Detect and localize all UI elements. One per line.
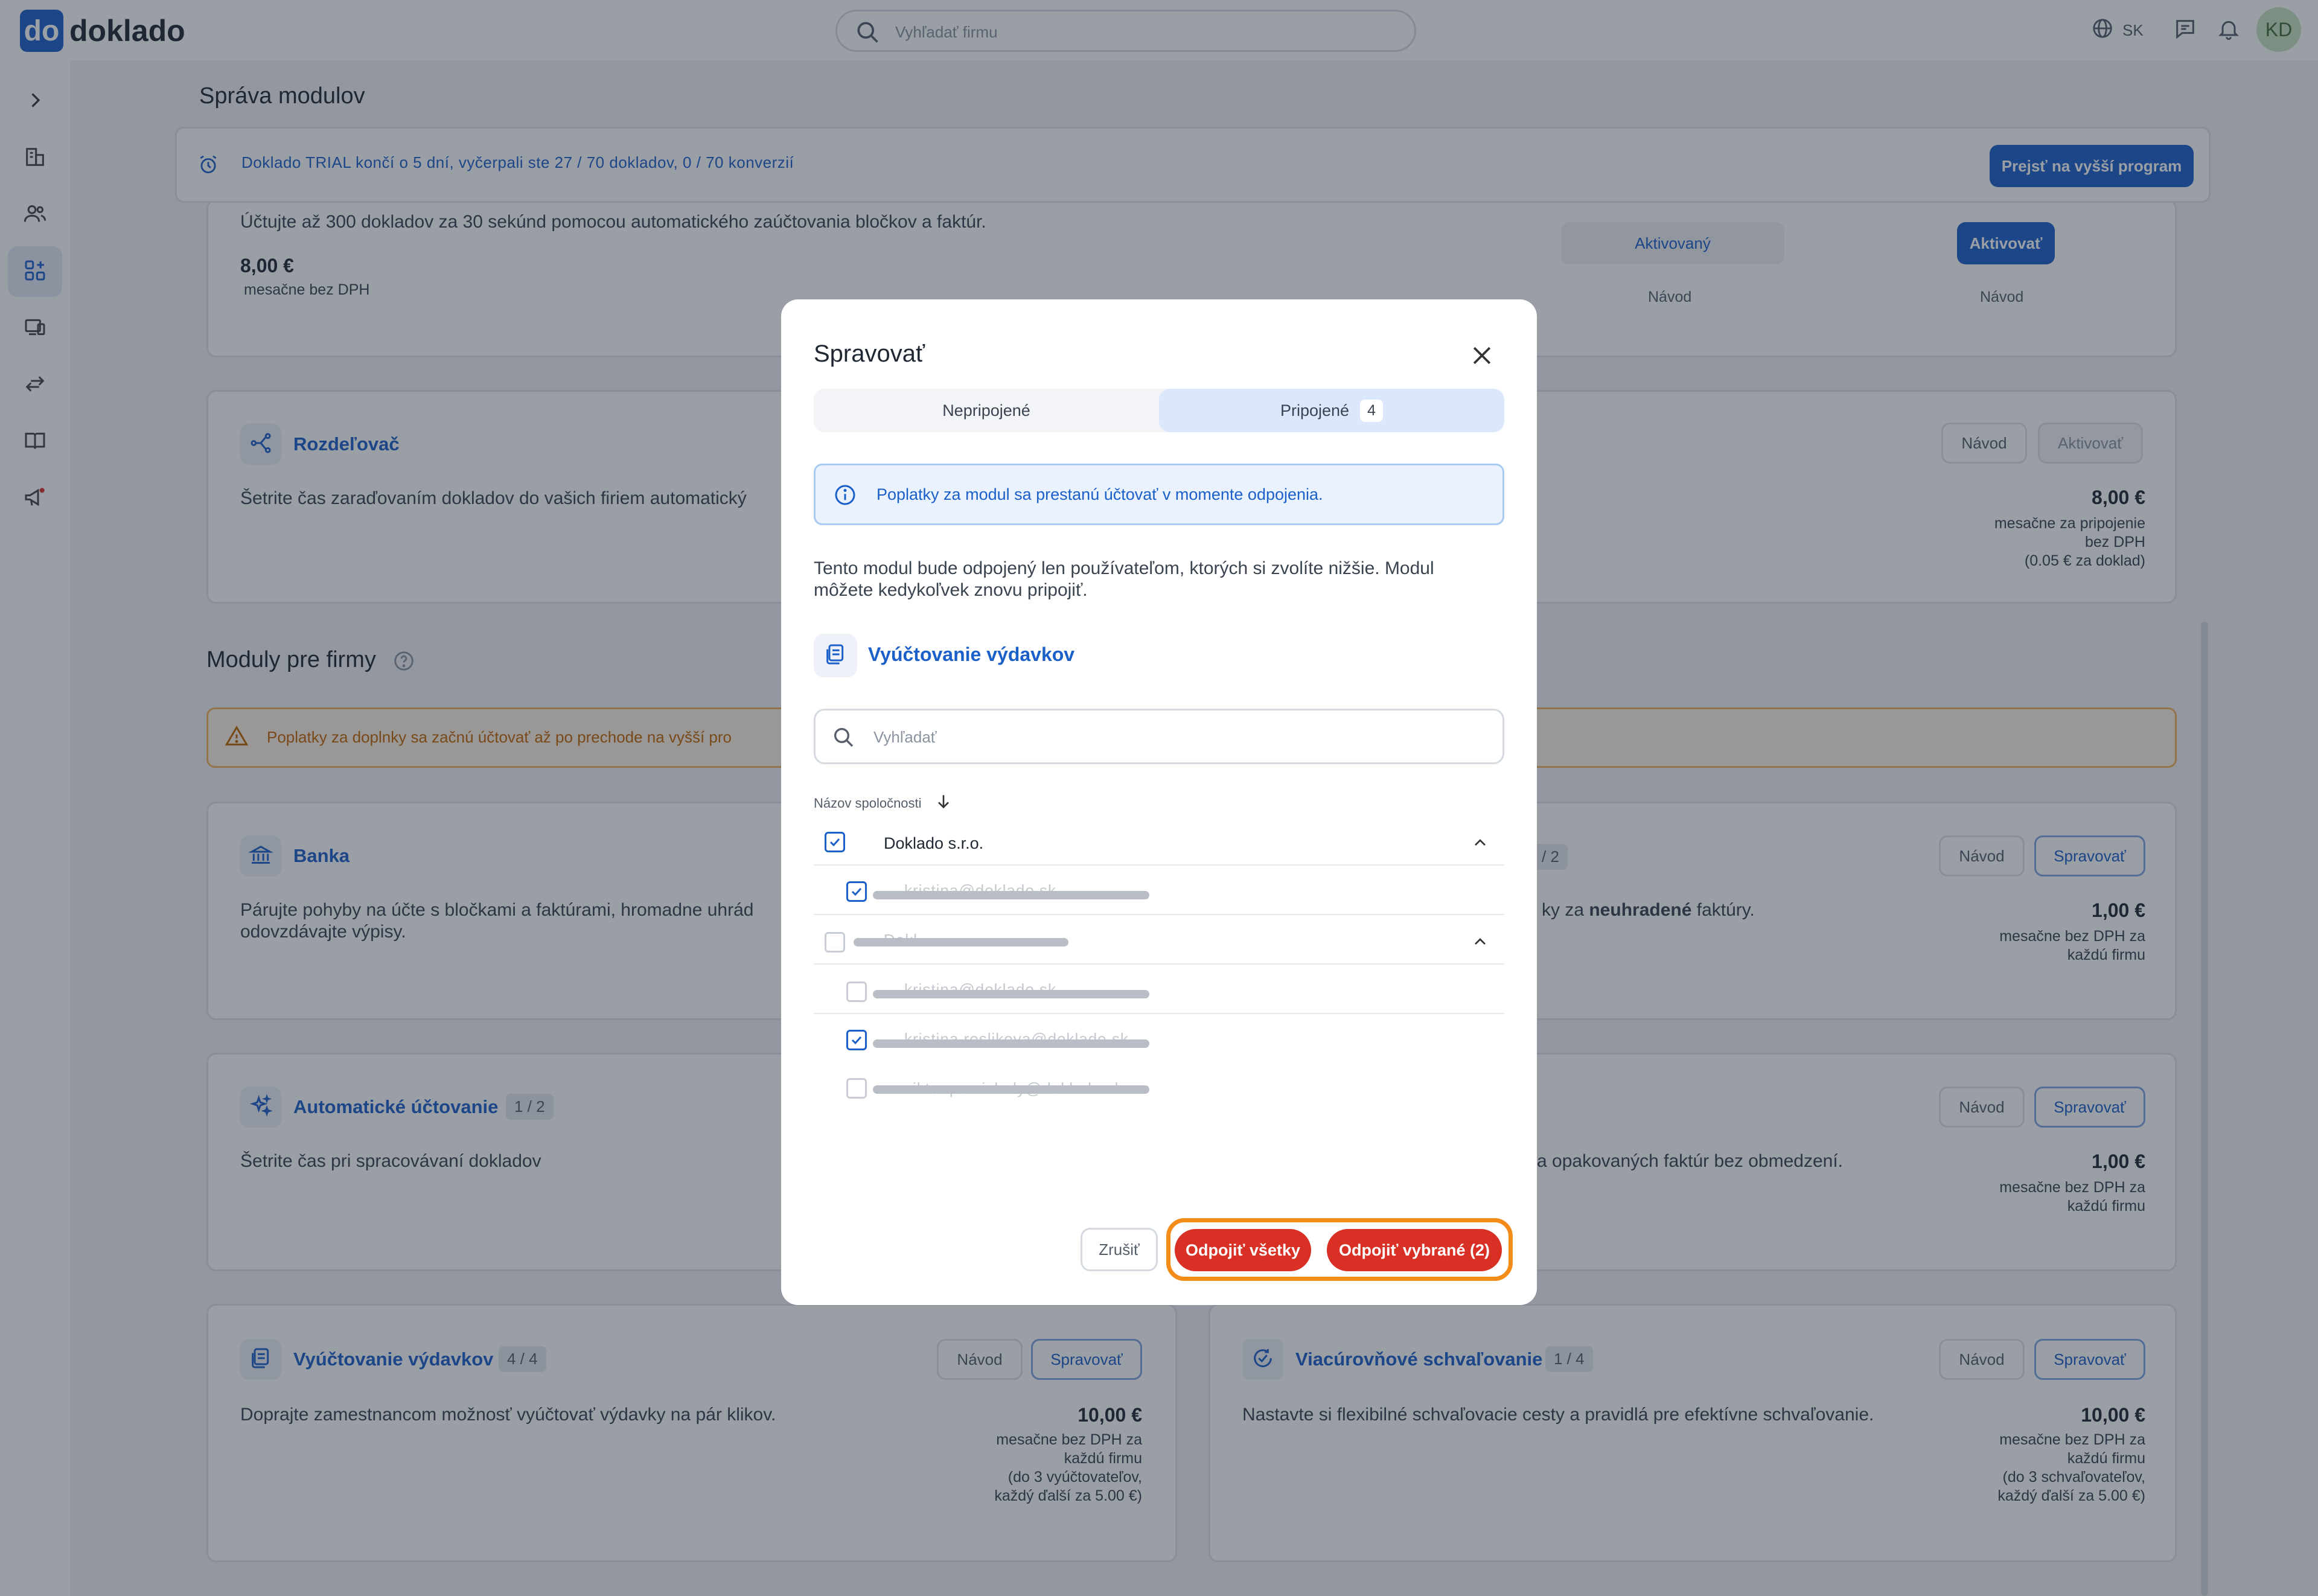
search-icon xyxy=(831,725,855,752)
redaction-bar xyxy=(854,938,1068,946)
receipt-icon xyxy=(823,642,848,669)
modal-title: Spravovať xyxy=(814,340,925,367)
redaction-bar xyxy=(873,891,1149,899)
cancel-button[interactable]: Zrušiť xyxy=(1081,1228,1158,1271)
redaction-bar xyxy=(873,990,1149,998)
user-checkbox[interactable] xyxy=(846,881,867,902)
sort-arrow-down-icon xyxy=(934,792,953,815)
user-checkbox[interactable] xyxy=(846,1078,867,1099)
modal-search-input[interactable] xyxy=(873,725,1477,749)
close-icon xyxy=(1469,342,1495,372)
chevron-up-icon[interactable] xyxy=(1470,932,1490,954)
redaction-bar xyxy=(873,1039,1149,1048)
info-text: Poplatky za modul sa prestanú účtovať v … xyxy=(876,485,1323,503)
tab-linked[interactable]: Pripojené 4 xyxy=(1159,389,1504,432)
module-name: Vyúčtovanie výdavkov xyxy=(868,643,1075,665)
chevron-up-icon[interactable] xyxy=(1470,833,1490,855)
tab-linked-label: Pripojené xyxy=(1280,401,1350,420)
company-checkbox[interactable] xyxy=(825,932,845,953)
column-header-company[interactable]: Názov spoločnosti xyxy=(814,792,953,815)
disconnect-selected-button[interactable]: Odpojiť vybrané (2) xyxy=(1327,1229,1502,1271)
column-header-label: Názov spoločnosti xyxy=(814,796,922,811)
user-checkbox[interactable] xyxy=(846,1030,867,1050)
checkmark-icon xyxy=(851,887,862,896)
checkmark-icon xyxy=(851,1036,862,1045)
module-icon-box xyxy=(814,634,857,677)
tab-linked-count: 4 xyxy=(1360,399,1383,422)
close-button[interactable] xyxy=(1461,336,1503,378)
checkmark-icon xyxy=(829,838,840,847)
tab-unlinked[interactable]: Nepripojené xyxy=(814,389,1159,432)
company-checkbox[interactable] xyxy=(825,832,845,852)
info-icon xyxy=(833,483,857,510)
disconnect-all-button[interactable]: Odpojiť všetky xyxy=(1175,1229,1311,1271)
modal-search[interactable] xyxy=(814,709,1504,764)
modal-description: Tento modul bude odpojený len používateľ… xyxy=(814,558,1434,600)
user-checkbox[interactable] xyxy=(846,982,867,1002)
company-name: Doklado s.r.o. xyxy=(884,834,984,852)
redaction-bar xyxy=(873,1085,1149,1094)
